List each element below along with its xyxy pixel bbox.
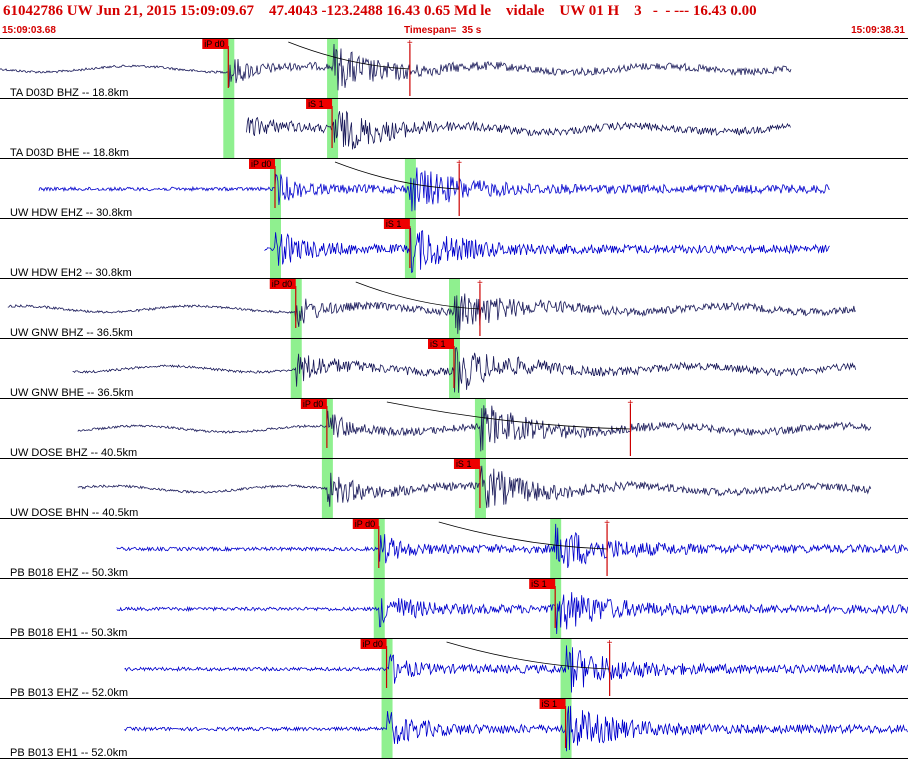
waveform-trace [124, 705, 908, 752]
channel-label: UW DOSE BHZ -- 40.5km [10, 447, 137, 459]
p-arrival-band [223, 99, 235, 158]
channel-row[interactable]: iP d0 + TA D03D BHZ -- 18.8km [0, 38, 792, 99]
event-summary-line: 61042786 UW Jun 21, 2015 15:09:09.67 47.… [3, 3, 757, 19]
coda-decay-curve [438, 521, 608, 550]
channel-label: UW GNW BHZ -- 36.5km [10, 327, 133, 339]
pick-label-box: iS 1 [539, 699, 566, 709]
waveform-trace [124, 645, 908, 693]
channel-row[interactable]: iS 1 PB B018 EH1 -- 50.3km [10, 579, 908, 639]
waveform-trace [38, 167, 830, 212]
channel-label: PB B018 EH1 -- 50.3km [10, 627, 127, 639]
channel-row[interactable]: iS 1 UW DOSE BHN -- 40.5km [10, 459, 872, 519]
channel-label: UW HDW EH2 -- 30.8km [10, 267, 132, 279]
channel-row[interactable]: iP d0 + PB B013 EHZ -- 52.0km [10, 638, 908, 699]
coda-plus-marker: + [407, 38, 413, 49]
channel-row[interactable]: iS 1 TA D03D BHE -- 18.8km [10, 99, 791, 159]
channel-label: PB B013 EHZ -- 52.0km [10, 687, 128, 699]
pick-label-box: iS 1 [529, 579, 556, 589]
channel-row[interactable]: iP d0 + UW GNW BHZ -- 36.5km [7, 278, 857, 339]
waveform-trace [0, 43, 792, 91]
waveform-trace [116, 523, 908, 569]
pick-label-box: iP d0 [352, 519, 379, 529]
channel-label: UW GNW BHE -- 36.5km [10, 387, 133, 399]
coda-decay-curve [334, 161, 460, 190]
end-time-label: 15:09:38.31 [851, 25, 905, 36]
channel-row[interactable]: iS 1 UW HDW EH2 -- 30.8km [10, 219, 830, 279]
channel-row[interactable]: iP d0 + UW HDW EHZ -- 30.8km [10, 158, 830, 219]
waveform-trace [72, 347, 856, 393]
pick-label-text: iS 1 [542, 699, 558, 709]
waveform-trace [77, 405, 872, 452]
pick-label-box: iP d0 [300, 399, 327, 409]
start-time-label: 15:09:03.68 [2, 25, 56, 36]
pick-label-text: iP d0 [272, 279, 292, 289]
pick-label-text: iS 1 [308, 99, 324, 109]
pick-label-text: iS 1 [531, 579, 547, 589]
channel-label: TA D03D BHZ -- 18.8km [10, 87, 128, 99]
channel-row[interactable]: iS 1 UW GNW BHE -- 36.5km [10, 339, 856, 399]
pick-label-text: iS 1 [430, 339, 446, 349]
seismogram-panel[interactable]: iP d0 + TA D03D BHZ -- 18.8km iS 1 TA D03D B… [0, 38, 908, 760]
pick-label-box: iP d0 [360, 639, 387, 649]
pick-label-text: iS 1 [456, 459, 472, 469]
channel-row[interactable]: iS 1 PB B013 EH1 -- 52.0km [10, 699, 908, 759]
pick-label-box: iP d0 [248, 159, 275, 169]
pick-label-text: iP d0 [303, 399, 323, 409]
pick-label-box: iS 1 [428, 339, 454, 349]
pick-label-box: iS 1 [453, 459, 480, 469]
coda-plus-marker: + [607, 638, 613, 649]
pick-label-box: iS 1 [306, 99, 333, 109]
channel-row[interactable]: iP d0 + UW DOSE BHZ -- 40.5km [10, 398, 872, 459]
channel-label: PB B013 EH1 -- 52.0km [10, 747, 127, 759]
coda-plus-marker: + [627, 398, 633, 409]
event-header: 61042786 UW Jun 21, 2015 15:09:09.67 47.… [0, 0, 908, 38]
pick-label-text: iS 1 [386, 219, 402, 229]
pick-label-text: iP d0 [363, 639, 383, 649]
waveform-trace [116, 592, 908, 635]
waveform-trace [7, 293, 857, 334]
pick-label-box: iP d0 [269, 279, 296, 289]
channel-label: UW DOSE BHN -- 40.5km [10, 507, 138, 519]
timespan-label: Timespan= 35 s [404, 25, 482, 36]
waveform-trace [264, 227, 830, 274]
pick-label-text: iP d0 [355, 519, 375, 529]
pick-label-text: iP d0 [251, 159, 271, 169]
coda-plus-marker: + [477, 278, 483, 289]
pick-label-box: iS 1 [383, 219, 410, 229]
pick-label-box: iP d0 [202, 39, 229, 49]
coda-plus-marker: + [456, 158, 462, 169]
coda-plus-marker: + [604, 518, 610, 529]
pick-label-text: iP d0 [204, 39, 224, 49]
channel-label: TA D03D BHE -- 18.8km [10, 147, 129, 159]
channel-row[interactable]: iP d0 + PB B018 EHZ -- 50.3km [10, 518, 908, 579]
waveform-trace [77, 465, 872, 509]
channel-label: PB B018 EHZ -- 50.3km [10, 567, 128, 579]
channel-label: UW HDW EHZ -- 30.8km [10, 207, 132, 219]
